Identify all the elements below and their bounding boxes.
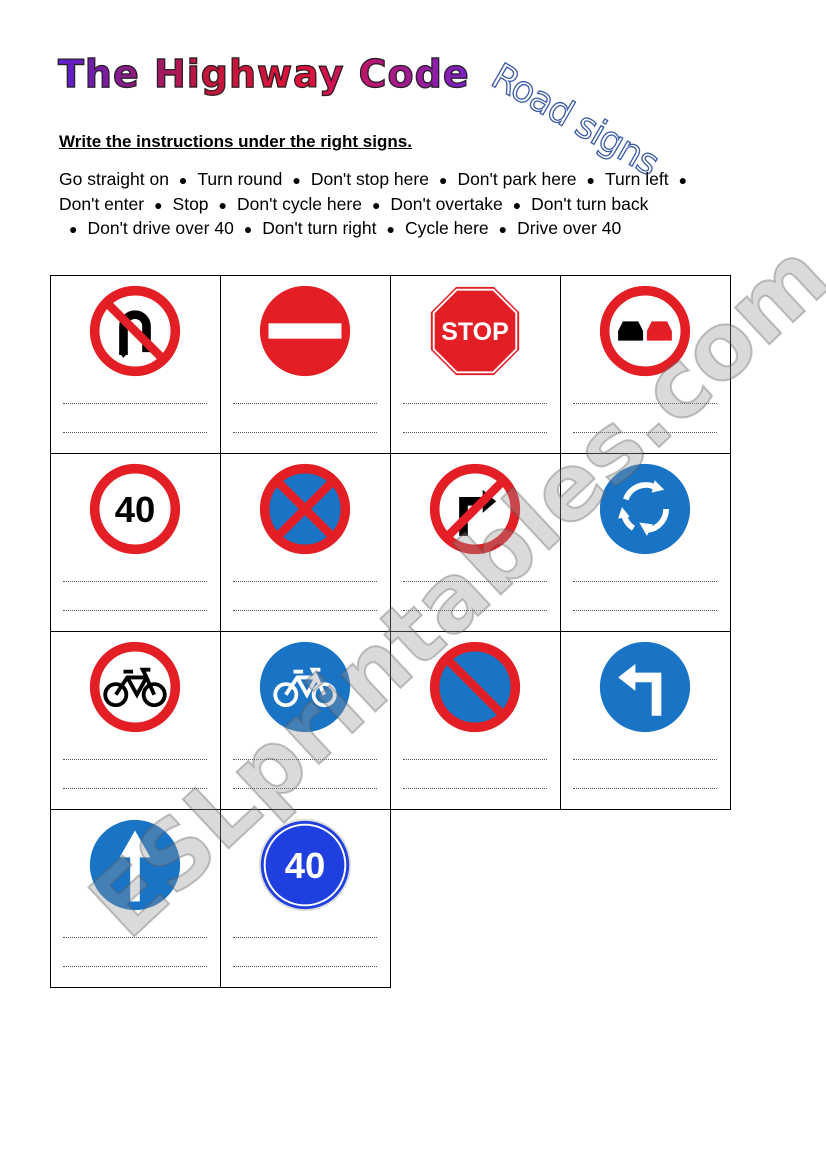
word-bank-item: Don't overtake <box>390 193 503 214</box>
no-u-turn-sign-icon <box>89 285 181 377</box>
sign-cell <box>560 453 731 632</box>
svg-text:40: 40 <box>285 845 326 886</box>
sign-cell <box>220 275 391 454</box>
empty-cell <box>561 810 731 988</box>
sign-cell <box>50 275 221 454</box>
bullet-icon: ● <box>218 196 227 213</box>
word-bank-item: Go straight on <box>59 169 169 189</box>
answer-line[interactable] <box>573 432 717 433</box>
bullet-icon: ● <box>243 221 253 237</box>
empty-cell <box>391 810 561 988</box>
sign-cell: STOP <box>390 275 561 454</box>
answer-line[interactable] <box>573 759 717 760</box>
no-stopping-sign-icon <box>259 463 351 555</box>
bullet-icon: ● <box>512 196 522 213</box>
svg-text:STOP: STOP <box>441 318 509 346</box>
minimum-speed-40-sign-icon: 40 <box>258 818 352 912</box>
sign-cell: 40 <box>50 453 221 632</box>
answer-line[interactable] <box>233 966 377 967</box>
sign-cell <box>390 453 561 632</box>
word-bank-line: ● Don't drive over 40 ● Don't turn right ● Cy… <box>59 217 697 242</box>
answer-line[interactable] <box>233 403 377 404</box>
speed-limit-40-sign-icon: 40 <box>89 463 181 555</box>
answer-line[interactable] <box>63 581 207 582</box>
word-bank-item: Don't turn back <box>531 193 649 214</box>
word-bank: Go straight on ● Turn round ● Don't stop her… <box>59 168 697 242</box>
bullet-icon: ● <box>154 196 163 213</box>
word-bank-item: Turn round <box>197 169 283 189</box>
no-cycling-sign-icon <box>89 641 181 733</box>
turn-left-sign-icon <box>599 641 691 733</box>
answer-line[interactable] <box>233 610 377 611</box>
word-bank-item: Don't cycle here <box>237 193 362 214</box>
answer-line[interactable] <box>403 581 547 582</box>
word-bank-line: Don't enter ● Stop ● Don't cycle here ● Don't … <box>59 193 697 218</box>
answer-line[interactable] <box>63 610 207 611</box>
bullet-icon: ● <box>292 172 301 188</box>
answer-line[interactable] <box>63 937 207 938</box>
worksheet-title: The Highway Code <box>57 51 470 96</box>
sign-cell: 40 <box>220 809 391 988</box>
sign-cell <box>560 275 731 454</box>
answer-line[interactable] <box>63 432 207 433</box>
bullet-icon: ● <box>678 172 688 188</box>
sign-cell <box>220 453 391 632</box>
word-bank-item: Don't enter <box>59 193 145 214</box>
answer-line[interactable] <box>233 759 377 760</box>
bullet-icon: ● <box>586 172 596 188</box>
signs-grid: STOP 40 40 <box>50 275 731 988</box>
answer-line[interactable] <box>573 403 717 404</box>
bullet-icon: ● <box>386 221 395 237</box>
answer-line[interactable] <box>403 788 547 789</box>
stop-sign-icon: STOP <box>428 284 522 378</box>
instruction-text: Write the instructions under the right s… <box>59 132 412 151</box>
sign-cell <box>560 631 731 810</box>
word-bank-item: Turn left <box>605 169 669 189</box>
ahead-only-sign-icon <box>89 819 181 911</box>
no-entry-sign-icon <box>259 285 351 377</box>
sign-cell <box>50 809 221 988</box>
bullet-icon: ● <box>69 221 78 237</box>
answer-line[interactable] <box>403 432 547 433</box>
answer-line[interactable] <box>573 581 717 582</box>
sign-cell <box>220 631 391 810</box>
answer-line[interactable] <box>403 759 547 760</box>
sign-cell <box>50 631 221 810</box>
answer-line[interactable] <box>63 759 207 760</box>
answer-line[interactable] <box>403 403 547 404</box>
answer-line[interactable] <box>233 581 377 582</box>
answer-line[interactable] <box>233 788 377 789</box>
word-bank-line: Go straight on ● Turn round ● Don't stop her… <box>59 168 697 193</box>
svg-text:40: 40 <box>115 489 156 530</box>
no-waiting-sign-icon <box>429 641 521 733</box>
bullet-icon: ● <box>498 221 508 237</box>
word-bank-item: Don't drive over 40 <box>87 218 234 238</box>
worksheet-subtitle: Road signs <box>484 55 666 184</box>
answer-line[interactable] <box>63 403 207 404</box>
answer-line[interactable] <box>573 788 717 789</box>
answer-line[interactable] <box>403 610 547 611</box>
word-bank-item: Stop <box>172 193 209 214</box>
roundabout-sign-icon <box>599 463 691 555</box>
word-bank-item: Don't turn right <box>262 218 377 238</box>
bullet-icon: ● <box>371 196 381 213</box>
word-bank-item: Don't park here <box>457 169 577 189</box>
bullet-icon: ● <box>438 172 448 188</box>
word-bank-item: Drive over 40 <box>517 218 622 238</box>
sign-cell <box>390 631 561 810</box>
cycle-route-sign-icon <box>259 641 351 733</box>
answer-line[interactable] <box>233 937 377 938</box>
word-bank-item: Don't stop here <box>310 169 429 189</box>
bullet-icon: ● <box>178 172 188 188</box>
answer-line[interactable] <box>233 432 377 433</box>
answer-line[interactable] <box>63 966 207 967</box>
no-overtaking-sign-icon <box>599 285 691 377</box>
word-bank-item: Cycle here <box>404 218 489 238</box>
answer-line[interactable] <box>573 610 717 611</box>
no-right-turn-sign-icon <box>429 463 521 555</box>
answer-line[interactable] <box>63 788 207 789</box>
